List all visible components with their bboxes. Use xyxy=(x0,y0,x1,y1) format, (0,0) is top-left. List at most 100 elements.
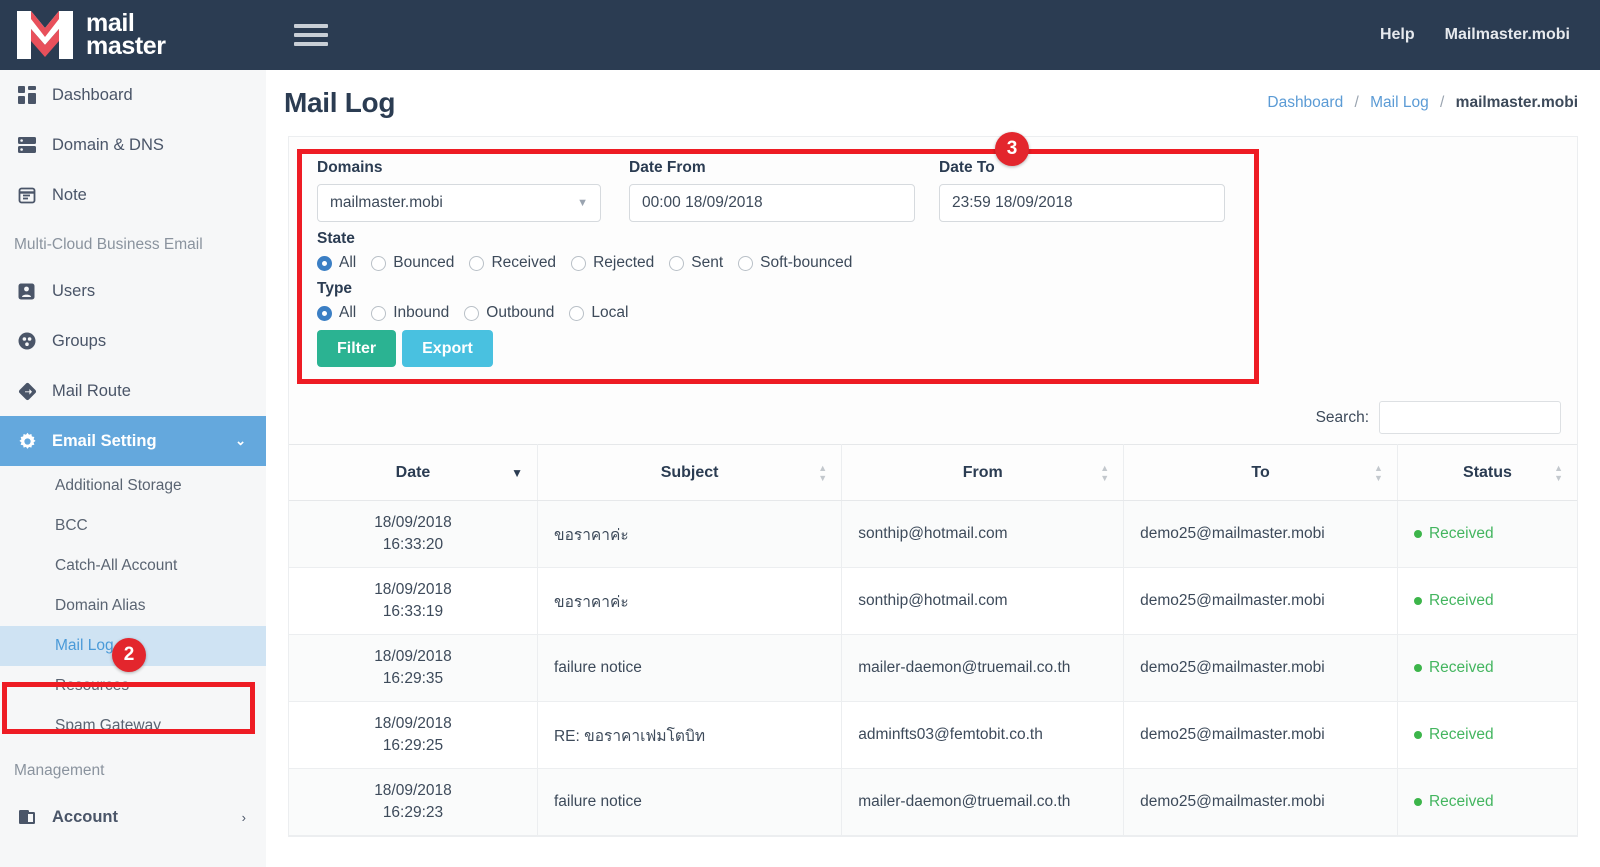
account-menu-link[interactable]: Mailmaster.mobi xyxy=(1445,26,1570,44)
sidebar-item-groups[interactable]: Groups xyxy=(0,316,266,366)
status-dot-icon xyxy=(1413,798,1422,806)
brand-logo[interactable]: mail master xyxy=(0,7,280,63)
status-dot-icon xyxy=(1413,597,1422,605)
status-label: Received xyxy=(1428,726,1494,743)
type-radio-outbound[interactable]: Outbound xyxy=(464,304,554,322)
state-radio-group: All Bounced Received Rejected Sent Soft-bounc… xyxy=(303,254,1563,272)
radio-dot[interactable] xyxy=(669,255,685,271)
sidebar-subitem-additional-storage[interactable]: Additional Storage xyxy=(0,466,266,506)
sidebar-item-email-setting[interactable]: Email Setting ⌄ xyxy=(0,416,266,466)
sort-desc-icon[interactable]: ▼ xyxy=(511,467,523,479)
breadcrumb-separator: / xyxy=(1440,94,1445,111)
state-radio-all[interactable]: All xyxy=(317,254,356,272)
radio-dot[interactable] xyxy=(464,305,480,321)
table-row[interactable]: 18/09/2018 16:29:23 failure notice mailer-d… xyxy=(289,768,1577,836)
date-to-input[interactable]: 23:59 18/09/2018 xyxy=(939,184,1225,222)
sidebar-subitem-catch-all-account[interactable]: Catch-All Account xyxy=(0,546,266,586)
sidebar-item-mail-route[interactable]: Mail Route xyxy=(0,366,266,416)
radio-label: Soft-bounced xyxy=(760,254,853,271)
sidebar-item-account[interactable]: Account › xyxy=(0,792,266,842)
radio-dot[interactable] xyxy=(571,255,587,271)
radio-dot[interactable] xyxy=(569,305,585,321)
cell-date-time: 16:29:35 xyxy=(382,670,444,687)
table-row[interactable]: 18/09/2018 16:33:20 ขอราคาค่ะ sonthip@hotma… xyxy=(289,500,1577,568)
radio-label: All xyxy=(339,254,357,271)
sidebar-item-note[interactable]: Note xyxy=(0,170,266,220)
state-radio-rejected[interactable]: Rejected xyxy=(571,254,654,272)
cell-from: sonthip@hotmail.com xyxy=(841,567,1125,635)
type-radio-all[interactable]: All xyxy=(317,304,356,322)
status-label: Received xyxy=(1428,525,1494,542)
state-radio-sent[interactable]: Sent xyxy=(669,254,723,272)
cell-date-day: 18/09/2018 xyxy=(374,580,452,598)
sidebar-subitem-resources[interactable]: Resources xyxy=(0,666,266,706)
domains-select[interactable]: mailmaster.mobi ▼ xyxy=(317,184,601,222)
radio-dot[interactable] xyxy=(469,255,485,271)
table-header-from[interactable]: From ▲ ▼ xyxy=(841,444,1125,501)
radio-dot[interactable] xyxy=(738,255,754,271)
table-row[interactable]: 18/09/2018 16:33:19 ขอราคาค่ะ sonthip@hotma… xyxy=(289,567,1577,635)
cell-status: Received xyxy=(1397,567,1577,635)
cell-date-time: 16:29:25 xyxy=(382,737,444,754)
sidebar-section-label-management: Management xyxy=(14,762,105,779)
sidebar-item-users[interactable]: Users xyxy=(0,266,266,316)
search-input[interactable] xyxy=(1379,401,1561,434)
table-header-label: From xyxy=(962,463,1003,481)
radio-label: Received xyxy=(491,254,557,271)
date-to-field-group: Date To 23:59 18/09/2018 xyxy=(939,159,1225,222)
radio-dot[interactable] xyxy=(317,255,332,271)
breadcrumb-dashboard[interactable]: Dashboard xyxy=(1267,94,1343,111)
cell-date-time: 16:33:19 xyxy=(382,603,444,620)
state-radio-bounced[interactable]: Bounced xyxy=(371,254,454,272)
table-header-date[interactable]: Date ▼ xyxy=(289,444,538,501)
status-dot-icon xyxy=(1413,530,1422,538)
page-title: Mail Log xyxy=(284,87,396,118)
table-row[interactable]: 18/09/2018 16:29:35 failure notice mailer-d… xyxy=(289,634,1577,702)
sort-both-icon[interactable]: ▲ ▼ xyxy=(818,463,827,482)
table-header-to[interactable]: To ▲ ▼ xyxy=(1123,444,1398,501)
filter-fields-row: Domains mailmaster.mobi ▼ Date From 00:0… xyxy=(303,159,1563,222)
cell-subject: RE: ขอราคาเฟมโตบิท xyxy=(537,701,843,769)
sidebar-subitem-bcc[interactable]: BCC xyxy=(0,506,266,546)
breadcrumb-mail-log[interactable]: Mail Log xyxy=(1370,94,1429,111)
type-radio-inbound[interactable]: Inbound xyxy=(371,304,449,322)
top-navbar: mail master Help Mailmaster.mobi xyxy=(0,0,1600,70)
status-badge: Received xyxy=(1413,501,1561,567)
table-header-subject[interactable]: Subject ▲ ▼ xyxy=(537,444,843,501)
sidebar-subitem-label: BCC xyxy=(55,517,88,534)
sort-both-icon[interactable]: ▲ ▼ xyxy=(1374,463,1383,482)
date-from-input[interactable]: 00:00 18/09/2018 xyxy=(629,184,915,222)
state-radio-received[interactable]: Received xyxy=(469,254,556,272)
mail-log-card: 3 Domains mailmaster.mobi ▼ Date From 00… xyxy=(288,132,1578,837)
radio-dot[interactable] xyxy=(371,305,387,321)
table-row[interactable]: 18/09/2018 16:29:25 RE: ขอราคาเฟมโตบิท admi… xyxy=(289,701,1577,769)
table-header-label: Subject xyxy=(660,463,719,481)
sidebar-item-domain-dns[interactable]: Domain & DNS xyxy=(0,120,266,170)
radio-label: Rejected xyxy=(593,254,655,271)
help-link[interactable]: Help xyxy=(1380,26,1415,44)
export-button[interactable]: Export xyxy=(402,330,493,367)
sidebar-item-label: Dashboard xyxy=(52,85,133,104)
cell-status: Received xyxy=(1397,634,1577,702)
sidebar-item-dashboard[interactable]: Dashboard xyxy=(0,70,266,120)
radio-label: Sent xyxy=(691,254,724,271)
radio-dot[interactable] xyxy=(317,305,332,321)
sort-both-icon[interactable]: ▲ ▼ xyxy=(1100,463,1109,482)
sidebar-item-label: Email Setting xyxy=(52,431,157,450)
hamburger-menu-icon[interactable] xyxy=(294,19,328,51)
sort-both-icon[interactable]: ▲ ▼ xyxy=(1554,463,1563,482)
sidebar-item-label: Note xyxy=(52,185,87,204)
type-radio-local[interactable]: Local xyxy=(569,304,628,322)
state-radio-soft-bounced[interactable]: Soft-bounced xyxy=(738,254,852,272)
radio-label: Outbound xyxy=(486,304,555,321)
sidebar-subitem-domain-alias[interactable]: Domain Alias xyxy=(0,586,266,626)
sidebar-subitem-spam-gateway[interactable]: Spam Gateway xyxy=(0,706,266,746)
filter-button[interactable]: Filter xyxy=(317,330,397,367)
cell-date: 18/09/2018 16:29:35 xyxy=(289,634,538,702)
radio-dot[interactable] xyxy=(371,255,387,271)
date-from-label: Date From xyxy=(629,159,706,176)
status-badge: Received xyxy=(1413,702,1561,768)
cell-status: Received xyxy=(1397,701,1577,769)
table-header-status[interactable]: Status ▲ ▼ xyxy=(1397,444,1577,501)
cell-date: 18/09/2018 16:29:25 xyxy=(289,701,538,769)
